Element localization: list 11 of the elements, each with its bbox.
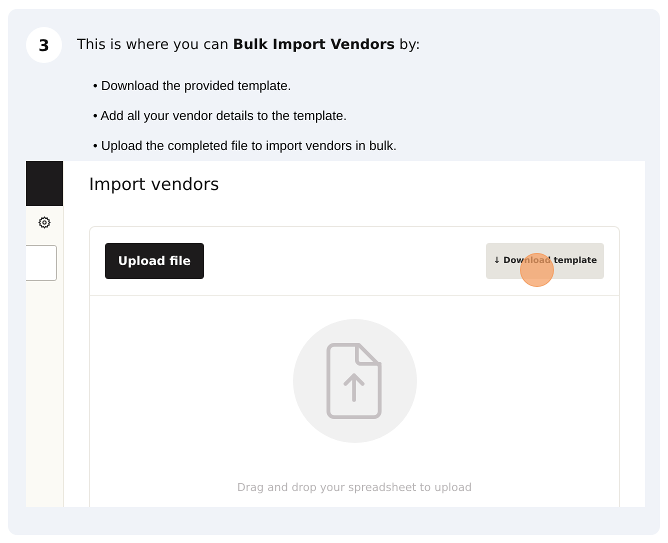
input-field[interactable] [26,245,57,281]
bullet-text: • Download the provided template. [93,77,292,95]
step-text: This is where you can Bulk Import Vendors by: [77,37,420,53]
page-title: Import vendors [89,175,220,195]
sidebar-header [26,161,63,206]
dropzone-text: Drag and drop your spreadsheet to upload [237,481,472,494]
bullet-text: • Add all your vendor details to the template. [93,107,348,125]
settings-icon[interactable] [38,216,51,229]
bullet-text: • Upload the completed file to import vendors in bulk. [93,137,398,155]
upload-button[interactable]: Upload file [105,243,204,279]
step-number: 3 [26,27,62,63]
